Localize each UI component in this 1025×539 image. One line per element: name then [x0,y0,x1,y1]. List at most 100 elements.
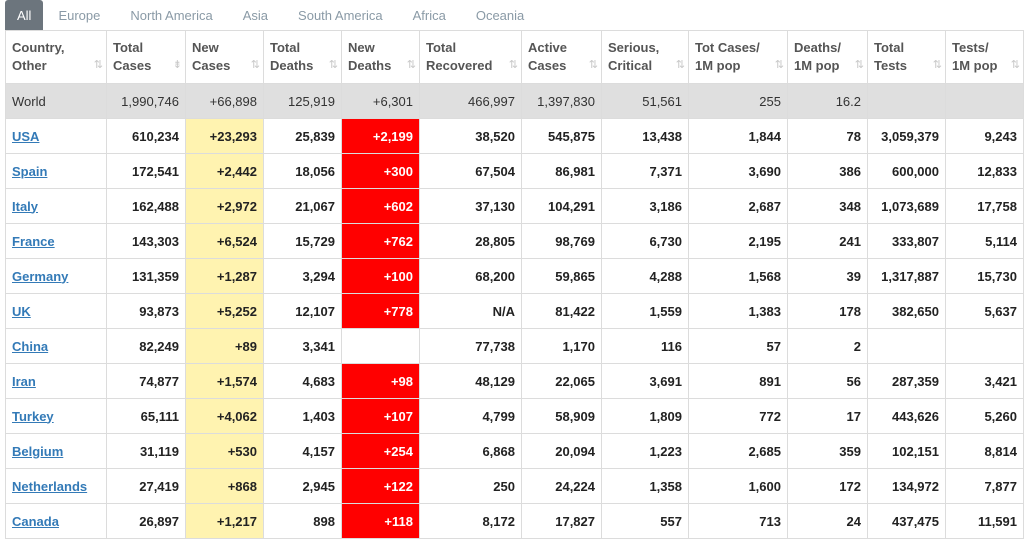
column-header-total-cases[interactable]: Total Cases ⇟ [106,30,186,84]
country-link[interactable]: Canada [12,514,59,529]
cell-new-deaths: +300 [341,153,420,189]
cell-total-cases: 162,488 [106,188,186,224]
cell-total-cases: 1,990,746 [106,83,186,119]
cell-new-cases: +4,062 [185,398,264,434]
country-link[interactable]: China [12,339,48,354]
country-link[interactable]: Italy [12,199,38,214]
cell-tot-cases-1m: 2,195 [688,223,788,259]
cell-new-deaths: +98 [341,363,420,399]
column-header-new-deaths[interactable]: New Deaths ⇅ [341,30,420,84]
column-header-total-recovered[interactable]: Total Recovered ⇅ [419,30,522,84]
sort-icon[interactable]: ⇅ [407,56,416,74]
cell-country: China [5,328,107,364]
column-header-label: Cases [528,58,567,73]
cell-total-recovered: N/A [419,293,522,329]
country-link[interactable]: France [12,234,55,249]
sort-icon[interactable]: ⇟ [173,56,182,74]
world-row: World 1,990,746 +66,898 125,919 +6,301 466,99… [5,83,1024,119]
cell-total-cases: 172,541 [106,153,186,189]
covid-table-container: Country, Other ⇅ Total Cases ⇟ New Cases ⇅ Total D… [5,30,1024,539]
tab-oceania[interactable]: Oceania [461,0,539,30]
tab-africa[interactable]: Africa [398,0,461,30]
column-header-label: Total [426,40,457,55]
cell-serious-critical: 1,559 [601,293,689,329]
column-header-country[interactable]: Country, Other ⇅ [5,30,107,84]
cell-total-tests: 287,359 [867,363,946,399]
column-header-label: Deaths [348,58,392,73]
cell-active-cases: 98,769 [521,223,602,259]
tab-north-america[interactable]: North America [115,0,227,30]
country-link[interactable]: UK [12,304,31,319]
cell-tot-cases-1m: 713 [688,503,788,539]
sort-icon[interactable]: ⇅ [933,56,942,74]
cell-country: UK [5,293,107,329]
cell-active-cases: 1,170 [521,328,602,364]
cell-serious-critical: 3,691 [601,363,689,399]
cell-new-deaths: +107 [341,398,420,434]
cell-tests-1m: 11,591 [945,503,1024,539]
sort-icon[interactable]: ⇅ [775,56,784,74]
table-row: Italy 162,488 +2,972 21,067 +602 37,130 104,29… [5,188,1024,224]
country-link[interactable]: Netherlands [12,479,87,494]
cell-country: World [5,83,107,119]
cell-total-cases: 610,234 [106,118,186,154]
cell-active-cases: 86,981 [521,153,602,189]
tab-all[interactable]: All [5,0,44,30]
table-row: Turkey 65,111 +4,062 1,403 +107 4,799 58,909 1,… [5,398,1024,434]
sort-icon[interactable]: ⇅ [94,56,103,74]
country-link[interactable]: Germany [12,269,68,284]
cell-active-cases: 17,827 [521,503,602,539]
cell-total-deaths: 3,341 [263,328,342,364]
cell-total-tests: 3,059,379 [867,118,946,154]
country-link[interactable]: Spain [12,164,47,179]
column-header-total-deaths[interactable]: Total Deaths ⇅ [263,30,342,84]
cell-new-cases: +6,524 [185,223,264,259]
cell-total-tests: 1,317,887 [867,258,946,294]
tab-south-america[interactable]: South America [283,0,398,30]
cell-new-deaths: +254 [341,433,420,469]
country-link[interactable]: Turkey [12,409,54,424]
sort-icon[interactable]: ⇅ [251,56,260,74]
cell-tot-cases-1m: 772 [688,398,788,434]
cell-total-recovered: 4,799 [419,398,522,434]
cell-total-recovered: 67,504 [419,153,522,189]
country-link[interactable]: Belgium [12,444,63,459]
column-header-deaths-1m[interactable]: Deaths/1M pop ⇅ [787,30,868,84]
column-header-label: New [192,40,219,55]
country-link[interactable]: Iran [12,374,36,389]
cell-deaths-1m: 17 [787,398,868,434]
sort-icon[interactable]: ⇅ [676,56,685,74]
cell-serious-critical: 4,288 [601,258,689,294]
sort-icon[interactable]: ⇅ [1011,56,1020,74]
column-header-serious-critical[interactable]: Serious, Critical ⇅ [601,30,689,84]
tab-europe[interactable]: Europe [43,0,115,30]
column-header-label: Total [113,40,144,55]
sort-icon[interactable]: ⇅ [509,56,518,74]
cell-total-recovered: 466,997 [419,83,522,119]
cell-total-recovered: 8,172 [419,503,522,539]
column-header-new-cases[interactable]: New Cases ⇅ [185,30,264,84]
cell-deaths-1m: 39 [787,258,868,294]
sort-icon[interactable]: ⇅ [329,56,338,74]
column-header-total-tests[interactable]: Total Tests ⇅ [867,30,946,84]
table-header-row: Country, Other ⇅ Total Cases ⇟ New Cases ⇅ Total D… [5,30,1024,84]
sort-icon[interactable]: ⇅ [855,56,864,74]
sort-icon[interactable]: ⇅ [589,56,598,74]
cell-serious-critical: 7,371 [601,153,689,189]
cell-deaths-1m: 16.2 [787,83,868,119]
cell-serious-critical: 1,223 [601,433,689,469]
cell-country: USA [5,118,107,154]
cell-total-deaths: 18,056 [263,153,342,189]
cell-total-deaths: 1,403 [263,398,342,434]
column-header-tot-cases-1m[interactable]: Tot Cases/1M pop ⇅ [688,30,788,84]
cell-new-deaths: +602 [341,188,420,224]
cell-total-tests: 1,073,689 [867,188,946,224]
tab-asia[interactable]: Asia [228,0,283,30]
cell-active-cases: 20,094 [521,433,602,469]
cell-total-deaths: 21,067 [263,188,342,224]
cell-deaths-1m: 178 [787,293,868,329]
column-header-tests-1m[interactable]: Tests/1M pop ⇅ [945,30,1024,84]
cell-total-deaths: 125,919 [263,83,342,119]
column-header-active-cases[interactable]: Active Cases ⇅ [521,30,602,84]
country-link[interactable]: USA [12,129,39,144]
